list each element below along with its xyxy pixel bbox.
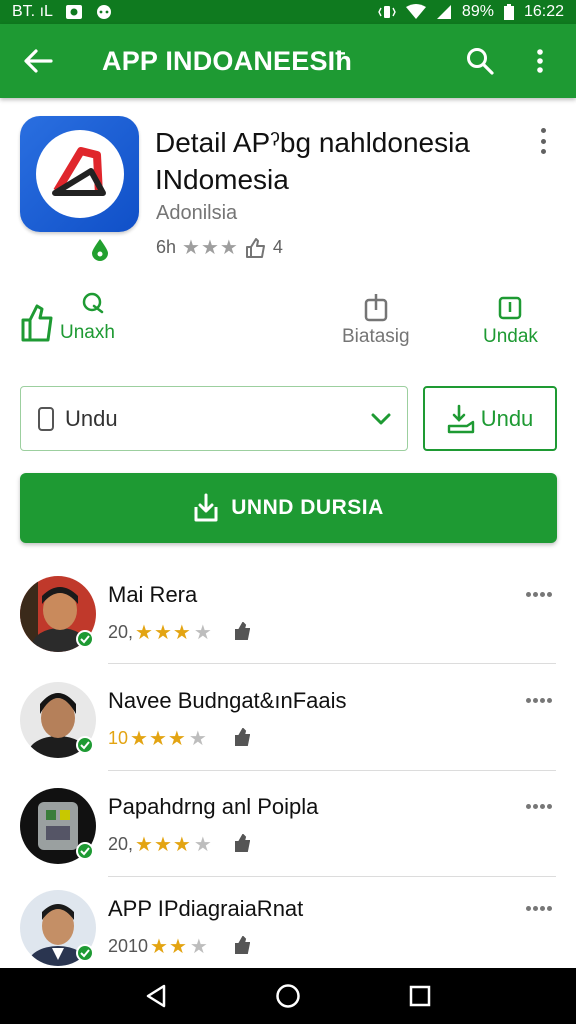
clock: 16:22 bbox=[523, 3, 564, 20]
review-meta: 20, ★★★ ★ bbox=[108, 622, 213, 644]
download-hand-icon bbox=[447, 404, 474, 433]
review-count: 20, bbox=[108, 622, 134, 642]
review-item[interactable]: Mai Rera 20, ★★★ ★ bbox=[0, 576, 576, 682]
app-logo-icon bbox=[51, 147, 106, 196]
review-item[interactable]: Navee Budngat&ınFaais 10 ★★★ ★ bbox=[0, 682, 576, 788]
more-horiz-icon bbox=[526, 906, 531, 911]
battery-percent: 89% bbox=[461, 3, 494, 20]
reviewer-name: Papahdrng anl Poipla bbox=[108, 794, 319, 819]
back-button[interactable] bbox=[0, 24, 76, 98]
app-options-button[interactable] bbox=[532, 126, 554, 156]
verified-badge bbox=[76, 842, 94, 860]
reviewer-name: APP IPdiagraiaRnat bbox=[108, 896, 304, 921]
review-meta: 20, ★★★ ★ bbox=[108, 834, 213, 856]
phone-icon bbox=[38, 406, 54, 431]
nav-home-icon[interactable] bbox=[275, 983, 301, 1009]
middle-action[interactable]: Biatasig bbox=[342, 292, 410, 348]
divider bbox=[108, 770, 556, 771]
wifi-icon bbox=[405, 4, 426, 19]
download-count: 4 bbox=[272, 237, 283, 257]
review-count: 20, bbox=[108, 834, 134, 854]
rating-count: 6h bbox=[156, 237, 177, 257]
divider bbox=[108, 876, 556, 877]
signal-icon bbox=[436, 5, 451, 19]
more-vert-icon bbox=[537, 49, 543, 73]
overflow-menu-button[interactable] bbox=[512, 24, 576, 98]
vibrate-icon bbox=[378, 6, 396, 18]
chat-notification-icon bbox=[96, 5, 111, 19]
battery-icon bbox=[503, 4, 514, 20]
search-icon bbox=[467, 48, 494, 75]
right-action[interactable]: Undak bbox=[483, 292, 538, 348]
rating-stars: ★★★ bbox=[130, 728, 187, 750]
share-icon bbox=[364, 294, 388, 322]
app-bar-title: APP INDOANEESIħ bbox=[102, 45, 353, 76]
more-horiz-icon bbox=[526, 804, 531, 809]
dropdown-value: Undu bbox=[65, 405, 118, 431]
download-button-label: UNND DURSIA bbox=[231, 496, 384, 519]
share-action-label: Unaxh bbox=[60, 322, 115, 343]
chevron-down-icon bbox=[371, 413, 391, 424]
review-count: 2010 bbox=[108, 936, 149, 956]
app-title: Detail APˀbg nahldonesia INdomesia bbox=[155, 127, 470, 195]
review-count: 10 bbox=[108, 728, 129, 748]
verified-drop-icon bbox=[92, 239, 108, 261]
divider bbox=[108, 663, 556, 664]
rating-stars: ★★★ bbox=[182, 237, 239, 259]
middle-action-label: Biatasig bbox=[342, 326, 410, 347]
developer-name[interactable]: Adonilsia bbox=[156, 202, 237, 225]
review-meta: 10 ★★★ ★ bbox=[108, 728, 208, 750]
download-outline-button[interactable]: Undu bbox=[423, 386, 557, 451]
thumbs-up-icon[interactable] bbox=[234, 834, 250, 852]
rating-stars: ★★ bbox=[150, 936, 188, 958]
image-notification-icon bbox=[65, 5, 82, 19]
thumbs-up-icon bbox=[21, 304, 53, 342]
nav-back-icon[interactable] bbox=[144, 983, 168, 1009]
thumbs-up-icon[interactable] bbox=[234, 622, 250, 640]
review-more-button[interactable] bbox=[526, 804, 552, 809]
verified-badge bbox=[76, 630, 94, 648]
thumbs-up-icon[interactable] bbox=[234, 728, 250, 746]
nav-recents-icon[interactable] bbox=[408, 984, 432, 1008]
chat-icon bbox=[82, 292, 104, 314]
download-icon bbox=[194, 493, 218, 522]
status-bar: BT. ıL 89% 16:22 bbox=[0, 0, 576, 24]
rating-stars: ★★★ bbox=[135, 622, 192, 644]
review-meta: 2010 ★★ ★ bbox=[108, 936, 209, 958]
review-more-button[interactable] bbox=[526, 592, 552, 597]
app-meta: 6h ★★★ 4 bbox=[156, 235, 283, 260]
version-dropdown[interactable]: Undu bbox=[20, 386, 408, 451]
more-vert-icon bbox=[540, 128, 546, 133]
search-button[interactable] bbox=[448, 24, 512, 98]
share-action[interactable]: Unaxh bbox=[20, 292, 150, 350]
review-more-button[interactable] bbox=[526, 698, 552, 703]
review-item[interactable]: Papahdrng anl Poipla 20, ★★★ ★ bbox=[0, 788, 576, 894]
carrier-text: BT. ıL bbox=[12, 3, 53, 20]
app-icon bbox=[20, 116, 139, 232]
verified-badge bbox=[76, 944, 94, 962]
thumbs-up-icon bbox=[245, 237, 265, 258]
system-nav-bar bbox=[0, 968, 576, 1024]
review-more-button[interactable] bbox=[526, 906, 552, 911]
rating-stars: ★★★ bbox=[135, 834, 192, 856]
download-button[interactable]: UNND DURSIA bbox=[20, 473, 557, 543]
reviewer-name: Navee Budngat&ınFaais bbox=[108, 688, 347, 713]
more-horiz-icon bbox=[526, 698, 531, 703]
download-icon bbox=[499, 296, 522, 320]
reviewer-name: Mai Rera bbox=[108, 582, 198, 607]
right-action-label: Undak bbox=[483, 326, 538, 347]
outline-button-label: Undu bbox=[480, 405, 534, 431]
more-horiz-icon bbox=[526, 592, 531, 597]
thumbs-up-icon[interactable] bbox=[234, 936, 250, 954]
verified-badge bbox=[76, 736, 94, 754]
app-bar: APP INDOANEESIħ bbox=[0, 24, 576, 98]
back-arrow-icon bbox=[24, 49, 53, 73]
